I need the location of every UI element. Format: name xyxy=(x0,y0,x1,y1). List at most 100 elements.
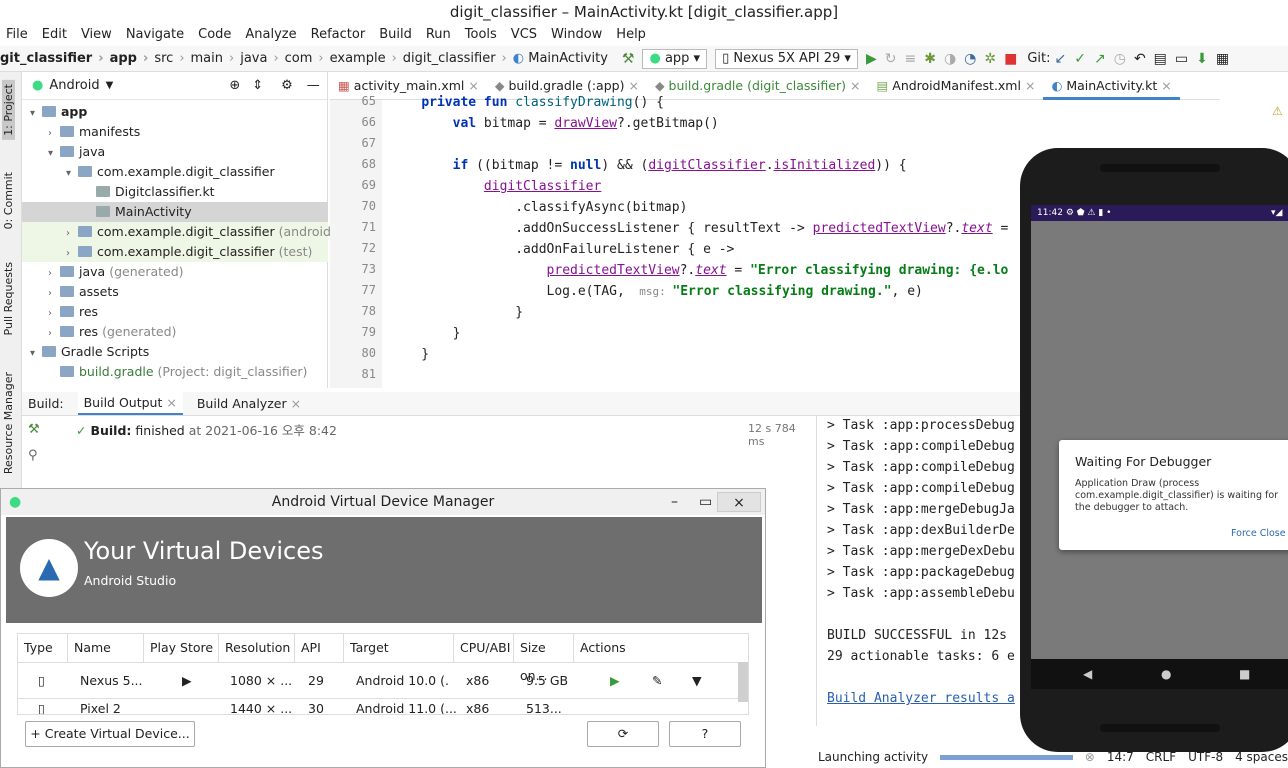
tree-item[interactable]: ▾ Gradle Scripts xyxy=(22,342,328,362)
code-line[interactable]: Log.e(TAG, msg: "Error classifying drawi… xyxy=(390,284,923,299)
hide-icon[interactable]: — xyxy=(307,78,320,93)
minimize-icon[interactable]: – xyxy=(671,489,678,515)
menu-edit[interactable]: Edit xyxy=(42,24,73,46)
maximize-icon[interactable]: ▭ xyxy=(699,489,712,515)
close-icon[interactable]: × xyxy=(166,395,176,410)
stop-icon[interactable]: ■ xyxy=(1004,46,1017,72)
tree-item[interactable]: › assets xyxy=(22,282,328,302)
run-config-select[interactable]: ● app ▾ xyxy=(642,48,708,69)
tab-build-gradle-project[interactable]: ◆ build.gradle (digit_classifier) × xyxy=(647,72,869,100)
chevron-right-icon[interactable]: › xyxy=(48,124,60,144)
chevron-down-icon[interactable]: ▼ xyxy=(686,663,702,699)
project-view-select[interactable]: Android xyxy=(49,78,99,93)
breadcrumb-main[interactable]: main xyxy=(191,51,223,66)
locate-icon[interactable]: ⊕ xyxy=(229,78,240,93)
menu-vcs[interactable]: VCS xyxy=(511,24,543,46)
refresh-button[interactable]: ⟳ xyxy=(587,721,659,747)
tree-item[interactable]: › res xyxy=(22,302,328,322)
col-size[interactable]: Size on... xyxy=(514,634,574,683)
tree-item[interactable]: ▾ com.example.digit_classifier xyxy=(22,162,328,182)
menu-view[interactable]: View xyxy=(81,24,118,46)
menu-build[interactable]: Build xyxy=(379,24,418,46)
menu-refactor[interactable]: Refactor xyxy=(311,24,372,46)
avd-manager-icon[interactable]: ▭ xyxy=(1175,46,1188,72)
code-line[interactable]: predictedTextView?.text = "Error classif… xyxy=(390,263,1009,278)
breadcrumb-app[interactable]: app xyxy=(110,51,137,66)
tab-android-manifest[interactable]: ▤ AndroidManifest.xml × xyxy=(868,72,1043,100)
recents-icon[interactable]: ■ xyxy=(1239,659,1250,689)
col-cpu[interactable]: CPU/ABI xyxy=(454,634,514,662)
tree-item[interactable]: › res (generated) xyxy=(22,322,328,342)
tab-resource-manager[interactable]: Resource Manager xyxy=(2,372,15,474)
help-button[interactable]: ? xyxy=(669,721,741,747)
chevron-down-icon[interactable]: ▼ xyxy=(106,80,114,91)
hammer-icon[interactable]: ⚒ xyxy=(622,46,635,72)
breadcrumb-src[interactable]: src xyxy=(154,51,173,66)
code-line[interactable]: digitClassifier xyxy=(390,179,601,194)
breadcrumb-java[interactable]: java xyxy=(240,51,267,66)
history-icon[interactable]: ◷ xyxy=(1114,46,1126,72)
chevron-right-icon[interactable]: › xyxy=(66,224,78,244)
tab-build-analyzer[interactable]: Build Analyzer × xyxy=(197,396,301,411)
hammer-icon[interactable]: ⚒ xyxy=(28,422,40,437)
col-name[interactable]: Name xyxy=(68,634,144,662)
table-scrollbar[interactable] xyxy=(738,662,748,702)
close-icon[interactable]: × xyxy=(717,492,761,512)
col-api[interactable]: API xyxy=(295,634,344,662)
col-target[interactable]: Target xyxy=(344,634,454,662)
tree-item[interactable]: MainActivity xyxy=(22,202,328,222)
code-line[interactable]: .addOnSuccessListener { resultText -> pr… xyxy=(390,221,1008,236)
tree-item[interactable]: ▾ java xyxy=(22,142,328,162)
indent-setting[interactable]: 4 spaces xyxy=(1235,750,1288,764)
chevron-right-icon[interactable]: › xyxy=(66,244,78,264)
project-structure-icon[interactable]: ▤ xyxy=(1154,46,1167,72)
tree-item[interactable]: ▾ app xyxy=(22,102,328,122)
menu-analyze[interactable]: Analyze xyxy=(245,24,302,46)
pin-icon[interactable]: ⚲ xyxy=(28,448,38,463)
git-update-icon[interactable]: ↙ xyxy=(1055,46,1067,72)
tree-item[interactable]: build.gradle (Project: digit_classifier) xyxy=(22,362,328,382)
line-separator[interactable]: CRLF xyxy=(1146,750,1176,764)
breadcrumb-example[interactable]: example xyxy=(330,51,386,66)
chevron-down-icon[interactable]: ▾ xyxy=(48,144,60,164)
coverage-icon[interactable]: ◑ xyxy=(944,46,956,72)
cancel-icon[interactable]: ⊗ xyxy=(1085,750,1095,764)
breadcrumb-file[interactable]: MainActivity xyxy=(528,51,608,66)
console-line[interactable]: Build Analyzer results a xyxy=(827,691,1015,706)
menu-file[interactable]: File xyxy=(6,24,34,46)
col-actions[interactable]: Actions xyxy=(574,634,734,662)
gear-icon[interactable]: ⚙ xyxy=(281,78,293,93)
debug-icon[interactable]: ✱ xyxy=(924,46,936,72)
code-line[interactable]: val bitmap = drawView?.getBitmap() xyxy=(390,116,719,131)
close-icon[interactable]: × xyxy=(1161,78,1171,93)
create-virtual-device-button[interactable]: + Create Virtual Device... xyxy=(25,721,195,747)
tab-commit[interactable]: 0: Commit xyxy=(2,172,15,229)
chevron-right-icon[interactable]: › xyxy=(48,284,60,304)
tab-project[interactable]: 1: Project xyxy=(2,80,15,140)
build-status-row[interactable]: ✓ Build: finished at 2021-06-16 오후 8:42 xyxy=(76,420,337,439)
menu-run[interactable]: Run xyxy=(426,24,457,46)
build-console[interactable]: > Task :app:processDebug > Task :app:comp… xyxy=(816,416,1026,726)
table-row[interactable]: ▯ Nexus 5... ▶ 1080 × ... 29 Android 10.… xyxy=(18,662,738,698)
attach-debugger-icon[interactable]: ✲ xyxy=(984,46,996,72)
col-play-store[interactable]: Play Store xyxy=(144,634,219,662)
close-icon[interactable]: × xyxy=(628,78,638,93)
breadcrumb-package[interactable]: digit_classifier xyxy=(403,51,496,66)
sdk-manager-icon[interactable]: ⬇ xyxy=(1196,46,1208,72)
launch-icon[interactable]: ▶ xyxy=(604,663,620,699)
device-select[interactable]: ▯ Nexus 5X API 29 ▾ xyxy=(715,48,858,69)
menu-tools[interactable]: Tools xyxy=(465,24,503,46)
emulator-screen[interactable]: 11:42 ⚙ ⬟ ⚠ ▮ • ▾◢ Waiting For Debugger … xyxy=(1031,205,1288,689)
tree-item[interactable]: › com.example.digit_classifier (androidTes… xyxy=(22,222,360,244)
apply-changes-icon[interactable]: ↻ xyxy=(885,46,897,72)
back-icon[interactable]: ◀ xyxy=(1083,659,1092,689)
chevron-down-icon[interactable]: ▾ xyxy=(30,344,42,364)
tab-pull-requests[interactable]: Pull Requests xyxy=(2,262,15,335)
code-line[interactable]: .addOnFailureListener { e -> xyxy=(390,242,734,257)
tree-item[interactable]: › com.example.digit_classifier (test) xyxy=(22,242,328,262)
code-line[interactable]: .classifyAsync(bitmap) xyxy=(390,200,687,215)
code-line[interactable]: } xyxy=(390,326,461,341)
collapse-icon[interactable]: ⇕ xyxy=(252,78,263,93)
chevron-down-icon[interactable]: ▾ xyxy=(30,104,42,124)
chevron-right-icon[interactable]: › xyxy=(48,324,60,344)
